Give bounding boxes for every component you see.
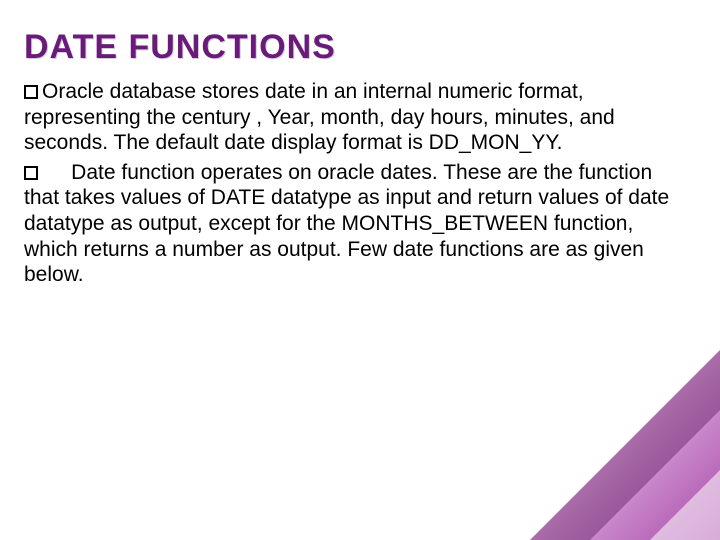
slide-body: Oracle database stores date in an intern… — [24, 79, 676, 288]
square-bullet-icon — [24, 166, 38, 180]
bullet-paragraph: Oracle database stores date in an intern… — [24, 79, 676, 156]
corner-decoration-icon — [520, 340, 720, 540]
bullet-paragraph: Date function operates on oracle dates. … — [24, 160, 676, 288]
bullet-text: Date function operates on oracle dates. … — [24, 161, 669, 286]
slide: DATE FUNCTIONS Oracle database stores da… — [0, 0, 720, 540]
bullet-text: Oracle database stores date in an intern… — [24, 80, 615, 154]
square-bullet-icon — [24, 85, 38, 99]
slide-title: DATE FUNCTIONS — [24, 28, 676, 67]
